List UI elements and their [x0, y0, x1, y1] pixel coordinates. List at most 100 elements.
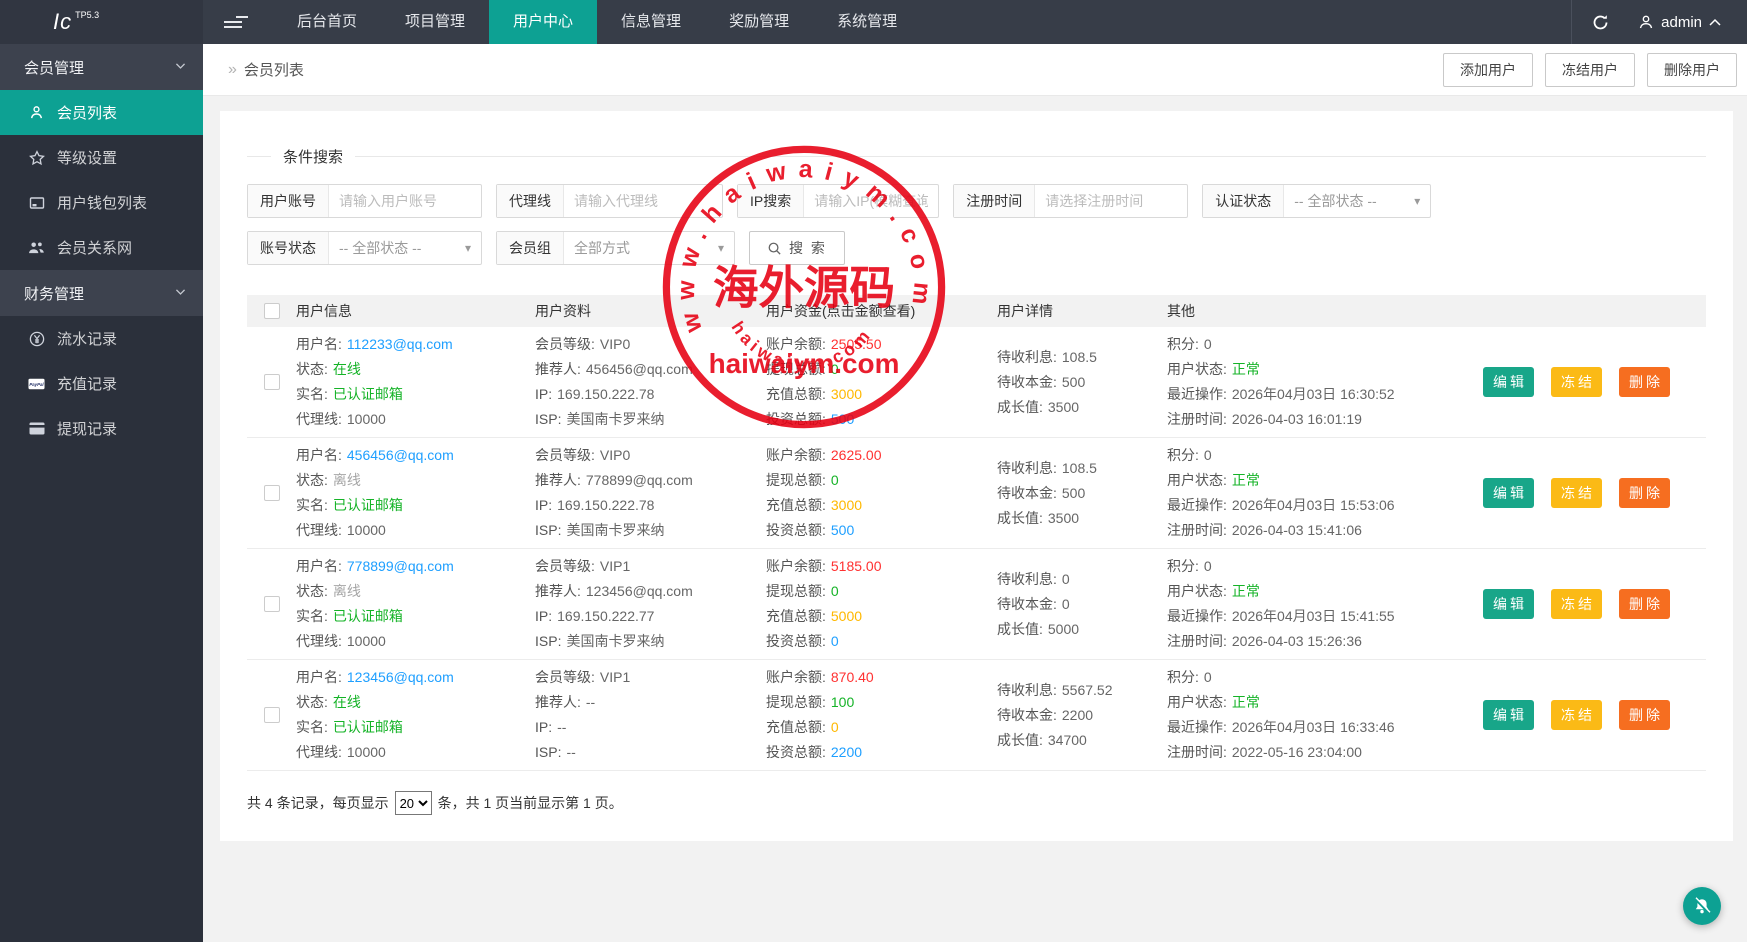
nav-item-user-center[interactable]: 用户中心: [489, 0, 597, 44]
nav-item-dashboard[interactable]: 后台首页: [273, 0, 381, 44]
field-label: 用户名:: [296, 336, 342, 352]
balance-link[interactable]: 870.40: [831, 669, 874, 685]
withdraw-total-link[interactable]: 0: [831, 472, 839, 488]
field-label: 最近操作:: [1167, 608, 1227, 624]
username-link[interactable]: 112233@qq.com: [347, 336, 453, 352]
recharge-total-link[interactable]: 0: [831, 719, 839, 735]
sidebar-item-recharge-log[interactable]: PayPal 充值记录: [0, 361, 203, 406]
row-checkbox[interactable]: [264, 374, 280, 390]
withdraw-total-link[interactable]: 100: [831, 694, 854, 710]
cell-actions: 编辑 冻结 删除: [1477, 554, 1712, 654]
balance-link[interactable]: 2625.00: [831, 447, 882, 463]
invest-total-link[interactable]: 500: [831, 522, 854, 538]
nav-item-projects[interactable]: 项目管理: [381, 0, 489, 44]
account-status-select[interactable]: -- 全部状态 -- ▾: [329, 232, 481, 264]
delete-button[interactable]: 删除: [1619, 478, 1670, 508]
recharge-total-link[interactable]: 3000: [831, 497, 862, 513]
field-label: 待收利息:: [997, 349, 1057, 365]
sidebar-item-withdraw-log[interactable]: 提现记录: [0, 406, 203, 451]
cell-user-info: 用户名:112233@qq.com 状态:在线 实名:已认证邮箱 代理线:100…: [296, 332, 535, 432]
field-label: IP:: [535, 497, 552, 513]
pending-interest-value: 108.5: [1062, 349, 1097, 365]
sidebar-group-member[interactable]: 会员管理: [0, 44, 203, 90]
row-checkbox[interactable]: [264, 485, 280, 501]
member-group-select[interactable]: 全部方式 ▾: [564, 232, 734, 264]
notification-muted-button[interactable]: [1683, 887, 1721, 925]
freeze-user-button[interactable]: 冻结用户: [1545, 53, 1635, 87]
agent-line-input[interactable]: [564, 185, 722, 217]
isp-value: 美国南卡罗来纳: [566, 411, 664, 427]
field-label: 待收本金:: [997, 707, 1057, 723]
delete-button[interactable]: 删除: [1619, 700, 1670, 730]
star-icon: [28, 149, 45, 166]
withdraw-total-link[interactable]: 0: [831, 583, 839, 599]
ip-value: 169.150.222.78: [557, 386, 654, 402]
freeze-button[interactable]: 冻结: [1551, 367, 1602, 397]
nav-item-info[interactable]: 信息管理: [597, 0, 705, 44]
edit-button[interactable]: 编辑: [1483, 700, 1534, 730]
auth-status-select[interactable]: -- 全部状态 -- ▾: [1284, 185, 1430, 217]
delete-button[interactable]: 删除: [1619, 589, 1670, 619]
menu-toggle-icon[interactable]: [211, 0, 255, 44]
invest-total-link[interactable]: 500: [831, 411, 854, 427]
add-user-button[interactable]: 添加用户: [1443, 53, 1533, 87]
field-label: 用户名:: [296, 558, 342, 574]
page-size-select[interactable]: 20: [395, 791, 432, 815]
recharge-total-link[interactable]: 5000: [831, 608, 862, 624]
register-time-value: 2022-05-16 23:04:00: [1232, 744, 1362, 760]
select-all-checkbox[interactable]: [264, 303, 280, 319]
refresh-icon[interactable]: [1572, 0, 1628, 44]
freeze-button[interactable]: 冻结: [1551, 478, 1602, 508]
username-link[interactable]: 123456@qq.com: [347, 669, 454, 685]
last-operation-value: 2026年04月03日 16:30:52: [1232, 386, 1395, 402]
vip-level-value: VIP0: [600, 336, 630, 352]
register-time-input[interactable]: [1035, 185, 1187, 217]
row-checkbox[interactable]: [264, 596, 280, 612]
freeze-button[interactable]: 冻结: [1551, 589, 1602, 619]
sidebar-item-transaction-log[interactable]: 流水记录: [0, 316, 203, 361]
recharge-total-link[interactable]: 3000: [831, 386, 862, 402]
nav-item-system[interactable]: 系统管理: [813, 0, 921, 44]
user-menu[interactable]: admin: [1628, 0, 1747, 44]
freeze-button[interactable]: 冻结: [1551, 700, 1602, 730]
sidebar-item-member-network[interactable]: 会员关系网: [0, 225, 203, 270]
balance-link[interactable]: 5185.00: [831, 558, 882, 574]
filter-label: 注册时间: [954, 185, 1035, 217]
username-link[interactable]: 456456@qq.com: [347, 447, 454, 463]
invest-total-link[interactable]: 2200: [831, 744, 862, 760]
edit-button[interactable]: 编辑: [1483, 478, 1534, 508]
edit-button[interactable]: 编辑: [1483, 367, 1534, 397]
field-label: IP:: [535, 719, 552, 735]
breadcrumb: » 会员列表: [228, 59, 304, 80]
user-account-input[interactable]: [329, 185, 481, 217]
isp-value: 美国南卡罗来纳: [566, 633, 664, 649]
field-label: 会员等级:: [535, 447, 595, 463]
field-label: 提现总额:: [766, 472, 826, 488]
field-label: 用户状态:: [1167, 361, 1227, 377]
sidebar-item-member-list[interactable]: 会员列表: [0, 90, 203, 135]
filter-row-2: 账号状态 -- 全部状态 -- ▾ 会员组 全部方式 ▾ 搜 索: [247, 231, 1706, 265]
withdraw-total-link[interactable]: 0: [831, 361, 839, 377]
delete-user-button[interactable]: 删除用户: [1647, 53, 1737, 87]
edit-button[interactable]: 编辑: [1483, 589, 1534, 619]
sidebar-item-user-wallets[interactable]: 用户钱包列表: [0, 180, 203, 225]
sidebar-item-level-settings[interactable]: 等级设置: [0, 135, 203, 180]
nav-item-rewards[interactable]: 奖励管理: [705, 0, 813, 44]
field-label: 充值总额:: [766, 719, 826, 735]
row-checkbox[interactable]: [264, 707, 280, 723]
ip-search-input[interactable]: [804, 185, 938, 217]
field-label: 待收本金:: [997, 596, 1057, 612]
logo-text: Ic: [53, 9, 72, 35]
filter-label: 代理线: [497, 185, 564, 217]
select-value: -- 全部状态 --: [1294, 191, 1376, 211]
sidebar-group-finance[interactable]: 财务管理: [0, 270, 203, 316]
invest-total-link[interactable]: 0: [831, 633, 839, 649]
balance-link[interactable]: 2505.50: [831, 336, 882, 352]
vip-level-value: VIP1: [600, 558, 630, 574]
search-button[interactable]: 搜 索: [749, 231, 845, 265]
username-label: admin: [1661, 14, 1702, 31]
app-root: Ic TP5.3 后台首页 项目管理 用户中心 信息管理 奖励管理 系统管理 a…: [0, 0, 1747, 942]
top-navbar: Ic TP5.3 后台首页 项目管理 用户中心 信息管理 奖励管理 系统管理 a…: [0, 0, 1747, 44]
delete-button[interactable]: 删除: [1619, 367, 1670, 397]
username-link[interactable]: 778899@qq.com: [347, 558, 454, 574]
